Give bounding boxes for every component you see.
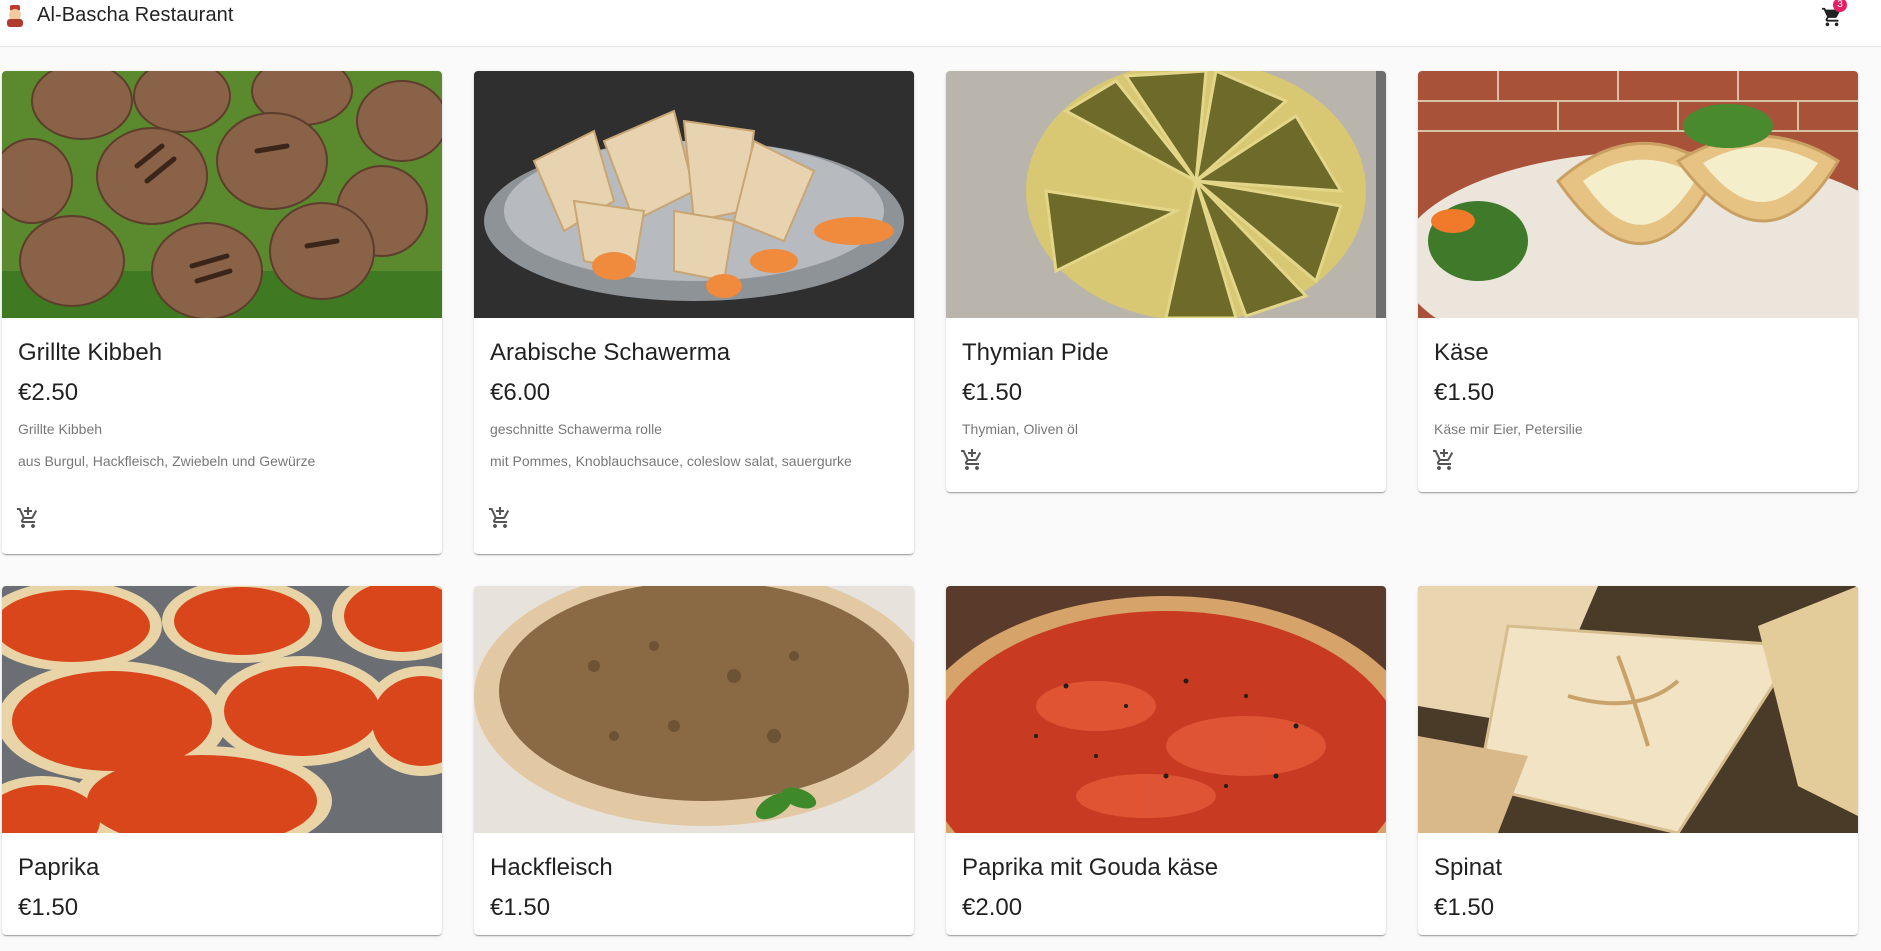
card-actions [946,449,1386,492]
product-name: Paprika mit Gouda käse [962,854,1219,881]
cart-count-badge: 3 [1833,0,1847,12]
product-price: €2.00 [962,894,1023,921]
product-image-shawarma-plate[interactable] [474,71,914,318]
product-name: Arabische Schawerma [490,339,731,366]
product-card: Käse €1.50 Käse mir Eier, Petersilie [1418,71,1858,492]
product-details: mit Pommes, Knoblauchsauce, coleslow sal… [490,453,852,469]
product-image-lahmacun[interactable] [474,586,914,833]
product-price: €1.50 [962,379,1023,406]
product-price: €1.50 [1434,379,1495,406]
product-image-spinach-fatayer[interactable] [1418,586,1858,833]
product-price: €1.50 [1434,894,1495,921]
add-to-cart-button[interactable] [960,448,986,474]
product-price: €6.00 [490,379,551,406]
product-card: Paprika mit Gouda käse €2.00 [946,586,1386,935]
product-name: Käse [1434,339,1489,366]
product-image-zaatar-pide[interactable] [946,71,1386,318]
product-name: Hackfleisch [490,854,613,881]
product-description: Grillte Kibbeh [18,421,103,437]
product-grid: Grillte Kibbeh €2.50 Grillte Kibbeh aus … [2,71,1862,935]
cart-button[interactable]: 3 [1818,0,1848,32]
product-image-paprika-flatbread[interactable] [2,586,442,833]
product-card: Spinat €1.50 [1418,586,1858,935]
add-to-cart-button[interactable] [488,506,514,532]
product-name: Thymian Pide [962,339,1109,366]
add-shopping-cart-icon [17,507,38,528]
product-card: Grillte Kibbeh €2.50 Grillte Kibbeh aus … [2,71,442,554]
app-title: Al-Bascha Restaurant [37,4,234,26]
add-to-cart-button[interactable] [16,506,42,532]
restaurant-logo-icon [5,3,25,29]
product-description: Thymian, Oliven öl [962,421,1078,437]
product-price: €2.50 [18,379,79,406]
product-card: Paprika €1.50 [2,586,442,935]
product-card: Thymian Pide €1.50 Thymian, Oliven öl [946,71,1386,492]
product-price: €1.50 [18,894,79,921]
product-name: Paprika [18,854,100,881]
add-shopping-cart-icon [1433,449,1454,470]
add-shopping-cart-icon [961,449,982,470]
product-card: Hackfleisch €1.50 [474,586,914,935]
app-bar: Al-Bascha Restaurant 3 [0,0,1881,47]
product-details: aus Burgul, Hackfleisch, Zwiebeln und Ge… [18,453,316,469]
product-card: Arabische Schawerma €6.00 geschnitte Sch… [474,71,914,554]
product-image-cheese-pide[interactable] [1418,71,1858,318]
product-name: Spinat [1434,854,1503,881]
card-actions [474,486,914,554]
product-image-paprika-gouda[interactable] [946,586,1386,833]
product-price: €1.50 [490,894,551,921]
product-description: geschnitte Schawerma rolle [490,421,662,437]
add-to-cart-button[interactable] [1432,448,1458,474]
add-shopping-cart-icon [489,507,510,528]
card-actions [1418,449,1858,492]
card-actions [2,486,442,554]
product-name: Grillte Kibbeh [18,339,163,366]
product-image-grilled-kibbeh[interactable] [2,71,442,318]
product-description: Käse mir Eier, Petersilie [1434,421,1583,437]
